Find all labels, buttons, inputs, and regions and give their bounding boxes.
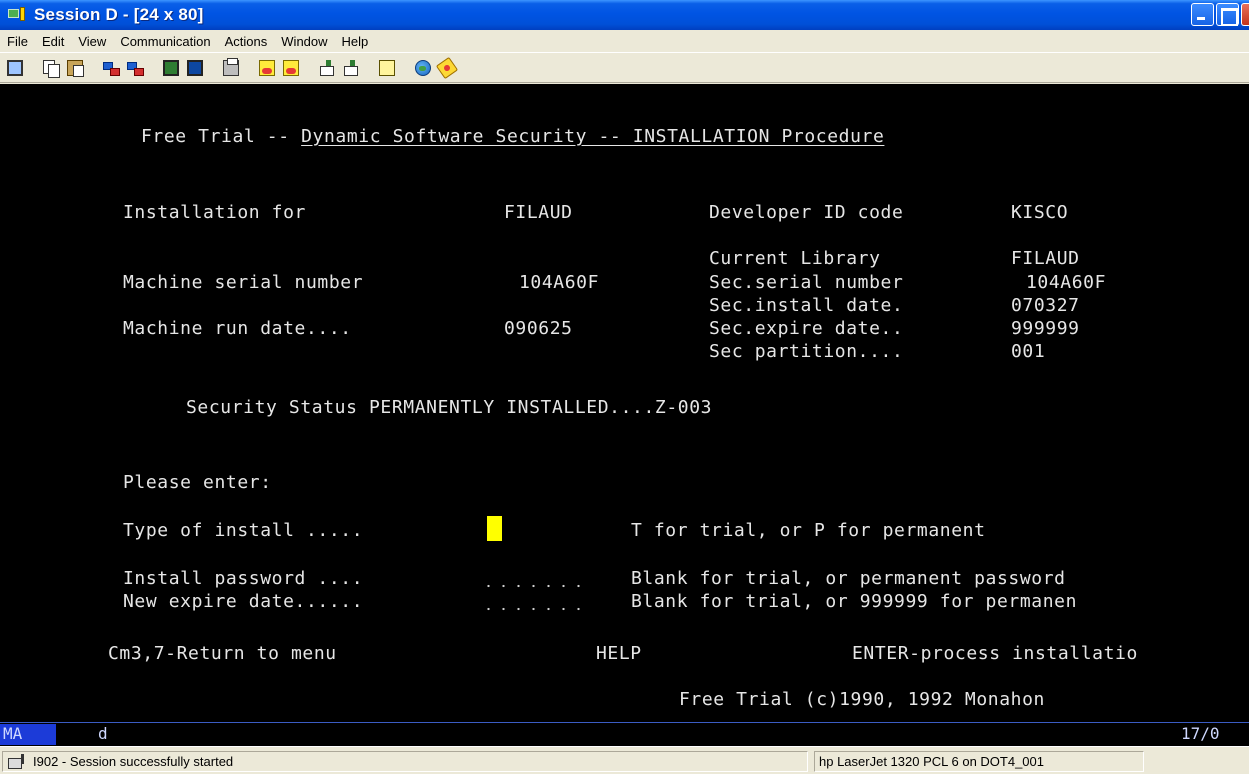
menu-file[interactable]: File [0, 34, 35, 49]
machine-serial-value: 104A60F [519, 272, 600, 293]
install-password-label: Install password .... [123, 568, 364, 589]
maximize-button[interactable] [1216, 3, 1239, 26]
menu-actions[interactable]: Actions [218, 34, 275, 49]
install-password-hint: Blank for trial, or permanent password [631, 568, 1066, 589]
new-expire-label: New expire date...... [123, 591, 364, 612]
machine-serial-label: Machine serial number [123, 272, 364, 293]
menu-bar: File Edit View Communication Actions Win… [0, 30, 1249, 52]
machine-run-label: Machine run date.... [123, 318, 352, 339]
screen-green-icon[interactable] [160, 57, 182, 79]
toolbar [0, 52, 1249, 83]
print-screen-icon[interactable] [220, 57, 242, 79]
printer-name: hp LaserJet 1320 PCL 6 on DOT4_001 [819, 754, 1044, 769]
new-expire-input[interactable] [481, 605, 587, 613]
oia-mode-text: MA [3, 724, 23, 743]
fkey-help[interactable]: HELP [596, 643, 642, 665]
please-enter-label: Please enter: [123, 472, 272, 493]
fkey-return-menu[interactable]: Cm3,7-Return to menu [108, 643, 337, 665]
security-status: Security Status PERMANENTLY INSTALLED...… [186, 397, 713, 418]
copyright-line: Free Trial (c)1990, 1992 Monahon [679, 689, 1045, 710]
type-install-label: Type of install ..... [123, 520, 364, 541]
minimize-button[interactable] [1191, 3, 1214, 26]
connect-icon[interactable] [100, 57, 122, 79]
disconnect-icon[interactable] [124, 57, 146, 79]
sec-expire-value: 999999 [1011, 318, 1080, 339]
machine-run-value: 090625 [504, 318, 573, 339]
window-title: Session D - [24 x 80] [34, 5, 204, 24]
menu-help[interactable]: Help [335, 34, 376, 49]
app-session-icon[interactable] [8, 6, 28, 24]
new-expire-hint: Blank for trial, or 999999 for permanen [631, 591, 1078, 612]
monitor-icon[interactable] [4, 57, 26, 79]
install-password-input[interactable] [481, 582, 587, 590]
sec-expire-label: Sec.expire date.. [709, 318, 904, 339]
installation-for-label: Installation for [123, 202, 306, 223]
type-install-input[interactable] [487, 516, 502, 541]
close-button[interactable] [1241, 3, 1249, 26]
installation-for-value: FILAUD [504, 202, 573, 223]
record-macro-icon[interactable] [256, 57, 278, 79]
status-bar: I902 - Session successfully started hp L… [0, 746, 1249, 774]
menu-view[interactable]: View [71, 34, 113, 49]
menu-communication[interactable]: Communication [113, 34, 217, 49]
pause-macro-icon[interactable] [340, 57, 362, 79]
paste-icon[interactable] [64, 57, 86, 79]
terminal-screen[interactable]: Free Trial -- Dynamic Software Security … [0, 84, 1249, 722]
status-message: I902 - Session successfully started [33, 754, 234, 769]
developer-id-value: KISCO [1011, 202, 1069, 223]
type-install-hint: T for trial, or P for permanent [631, 520, 986, 541]
screen-header: Free Trial -- Dynamic Software Security … [141, 126, 885, 147]
sec-install-label: Sec.install date. [709, 295, 904, 316]
sec-serial-value: 104A60F [1026, 272, 1107, 293]
globe-icon[interactable] [412, 57, 434, 79]
stop-macro-icon[interactable] [280, 57, 302, 79]
operator-info-area: MA d 17/0 [0, 722, 1249, 746]
printer-pane[interactable]: hp LaserJet 1320 PCL 6 on DOT4_001 [814, 751, 1144, 772]
cursor-position: 17/0 [1181, 724, 1220, 743]
menu-edit[interactable]: Edit [35, 34, 71, 49]
current-library-label: Current Library [709, 248, 881, 269]
sec-partition-label: Sec partition.... [709, 341, 904, 362]
sec-serial-label: Sec.serial number [709, 272, 904, 293]
current-library-value: FILAUD [1011, 248, 1080, 269]
screen-blue-icon[interactable] [184, 57, 206, 79]
developer-id-label: Developer ID code [709, 202, 904, 223]
menu-window[interactable]: Window [274, 34, 334, 49]
session-connected-icon [7, 753, 29, 770]
sec-install-value: 070327 [1011, 295, 1080, 316]
copy-icon[interactable] [40, 57, 62, 79]
sec-partition-value: 001 [1011, 341, 1046, 362]
oia-indicator: d [98, 724, 108, 743]
play-macro-icon[interactable] [316, 57, 338, 79]
fkey-enter-process[interactable]: ENTER-process installatio [852, 643, 1138, 665]
tag-icon[interactable] [435, 56, 459, 79]
status-message-pane: I902 - Session successfully started [2, 751, 808, 772]
clipboard-icon[interactable] [376, 57, 398, 79]
title-bar[interactable]: Session D - [24 x 80] [0, 0, 1249, 30]
